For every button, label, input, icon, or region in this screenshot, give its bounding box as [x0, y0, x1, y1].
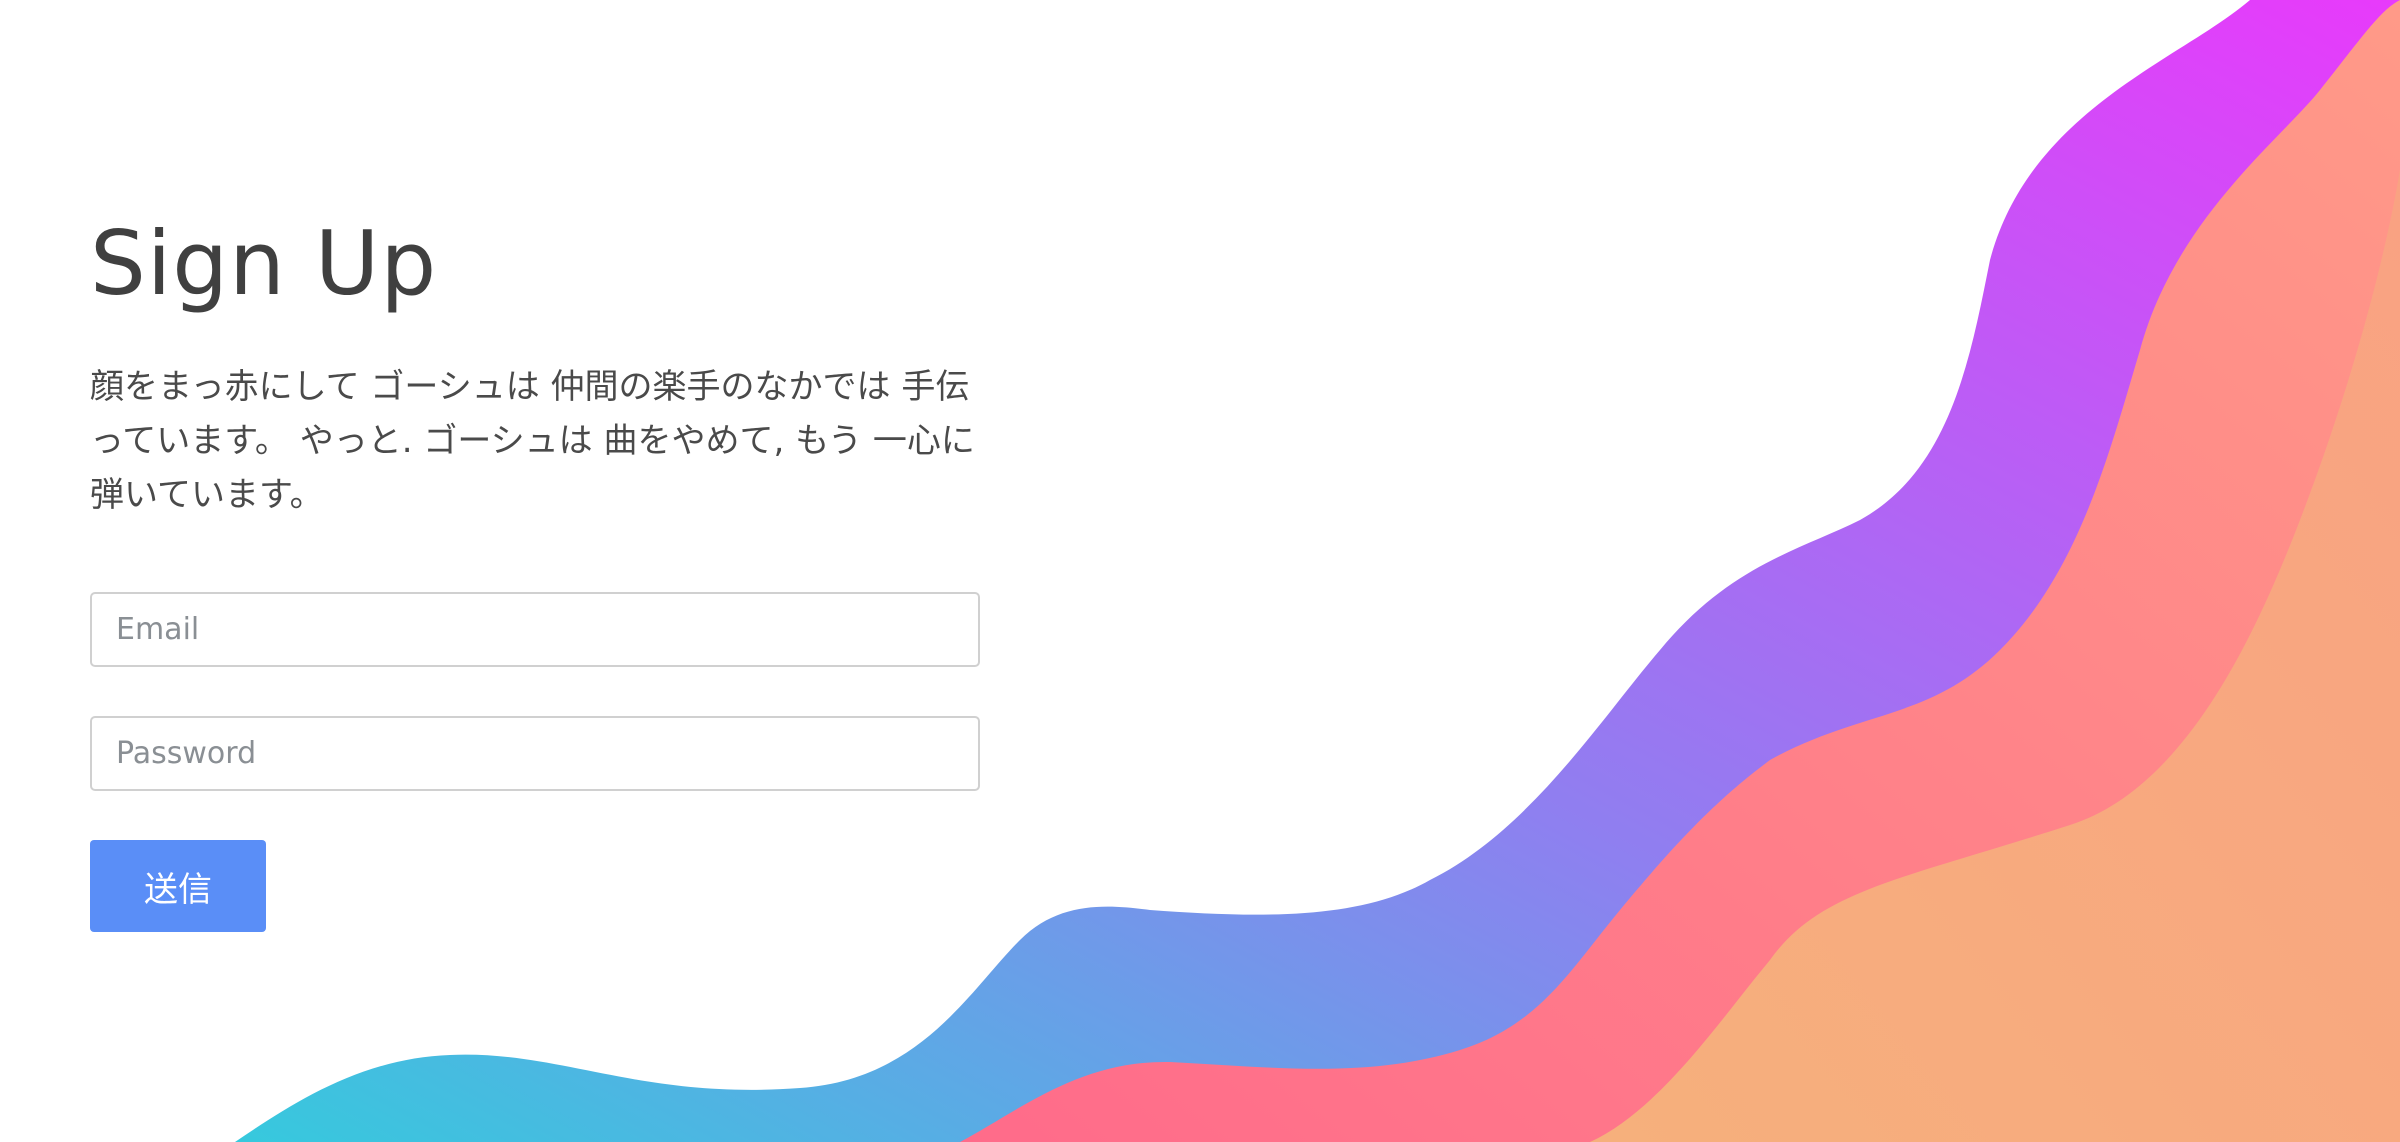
page-title: Sign Up [90, 212, 438, 315]
description-text: 顔をまっ赤にして ゴーシュは 仲間の楽手のなかでは 手伝っています。 やっと. … [90, 367, 975, 515]
submit-button[interactable]: 送信 [90, 840, 266, 932]
signup-form-container: Sign Up 顔をまっ赤にして ゴーシュは 仲間の楽手のなかでは 手伝っていま… [90, 220, 980, 932]
email-field[interactable] [90, 592, 980, 667]
password-field[interactable] [90, 716, 980, 791]
